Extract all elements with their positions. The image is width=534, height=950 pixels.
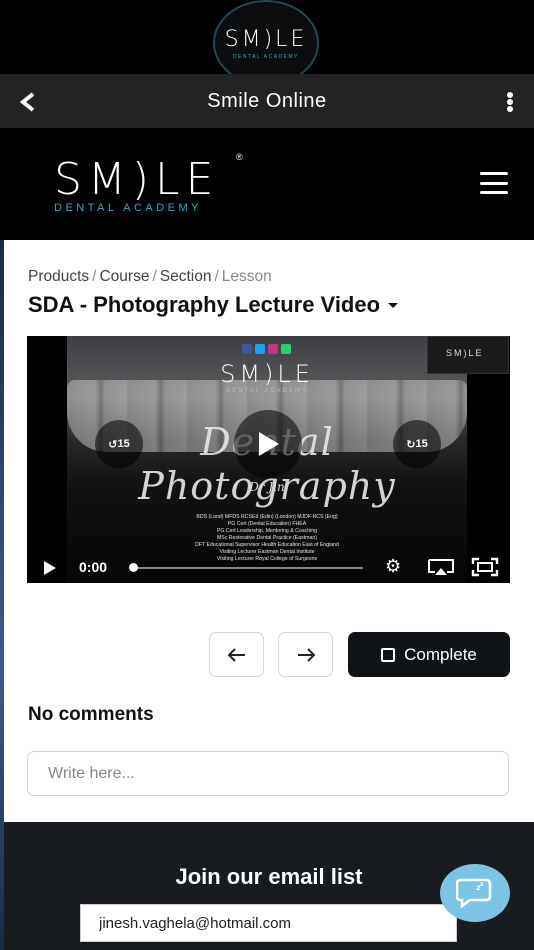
complete-button[interactable]: Complete [348, 632, 510, 677]
fullscreen-button[interactable] [471, 557, 499, 582]
registered-mark: ® [236, 152, 243, 162]
site-logo-subtext: DENTAL ACADEMY [54, 202, 203, 214]
settings-button[interactable]: ⚙ [385, 556, 401, 577]
arrow-right-icon [297, 647, 315, 662]
breadcrumb: Products / Course / Section / Lesson [28, 268, 272, 285]
airplay-button[interactable] [427, 558, 455, 581]
instagram-icon [268, 344, 278, 354]
control-play-button[interactable] [43, 560, 57, 581]
arrow-left-icon [227, 647, 245, 662]
lesson-title: SDA - Photography Lecture Video [28, 292, 381, 317]
more-vertical-icon [507, 92, 513, 98]
skip-back-button[interactable]: ↺ 15 [95, 420, 143, 468]
pip-logo: SM)LE [446, 348, 484, 358]
complete-label: Complete [404, 644, 477, 664]
app-nav-bar: Smile Online [0, 74, 534, 128]
breadcrumb-current: Lesson [221, 268, 272, 285]
fullscreen-icon [471, 557, 499, 577]
rewind-icon: ↺ [108, 438, 118, 451]
next-lesson-button[interactable] [278, 632, 333, 677]
chat-button[interactable]: z z [440, 864, 510, 922]
comment-input[interactable] [27, 751, 509, 796]
more-options-button[interactable] [500, 88, 520, 116]
checkbox-icon [381, 647, 396, 662]
site-logo-text: SM)LE [54, 154, 220, 205]
video-controls: 0:00 ⚙ [27, 552, 510, 582]
site-logo[interactable]: SM)LE DENTAL ACADEMY [54, 154, 220, 215]
email-field[interactable] [80, 904, 457, 942]
lesson-content: Products / Course / Section / Lesson SDA - Pho… [4, 240, 534, 822]
video-overlay-logo: SM)LE [220, 360, 314, 388]
twitter-icon [255, 344, 265, 354]
video-player[interactable]: SM)LE DENTAL ACADEMY Dental Photography … [27, 336, 510, 583]
site-header: SM)LE DENTAL ACADEMY ® [0, 128, 534, 240]
breadcrumb-products[interactable]: Products [28, 268, 89, 285]
app-logo-bar: SM)LE DENTAL ACADEMY [0, 0, 534, 86]
gear-icon: ⚙ [385, 556, 402, 576]
skip-forward-button[interactable]: ↻ 15 [393, 420, 441, 468]
facebook-icon [242, 344, 252, 354]
app-logo-subtext: DENTAL ACADEMY [232, 53, 299, 60]
video-pip-thumbnail: SM)LE [427, 336, 509, 374]
chat-icon: z z [456, 878, 492, 909]
social-icons [242, 344, 291, 354]
play-button[interactable] [234, 410, 302, 478]
video-overlay-logo-sub: DENTAL ACADEMY [225, 388, 308, 394]
video-overlay-signature: Dr Jin [249, 480, 285, 494]
airplay-icon [428, 559, 454, 575]
previous-lesson-button[interactable] [209, 632, 264, 677]
svg-text:z: z [480, 881, 484, 888]
caret-down-icon [388, 302, 399, 308]
app-logo-text: SM)LE [224, 26, 308, 52]
progress-track[interactable] [133, 567, 363, 569]
lesson-title-dropdown[interactable]: SDA - Photography Lecture Video [28, 292, 399, 318]
page-title: Smile Online [207, 90, 327, 112]
play-icon [259, 432, 279, 456]
hamburger-icon [480, 172, 508, 175]
comments-title: No comments [28, 704, 154, 725]
breadcrumb-course[interactable]: Course [99, 268, 149, 285]
whatsapp-icon [281, 344, 291, 354]
menu-button[interactable] [480, 172, 508, 194]
progress-knob[interactable] [128, 563, 138, 572]
play-small-icon [44, 561, 56, 575]
breadcrumb-section[interactable]: Section [160, 268, 212, 285]
forward-icon: ↻ [406, 438, 416, 451]
current-time: 0:00 [79, 559, 108, 575]
